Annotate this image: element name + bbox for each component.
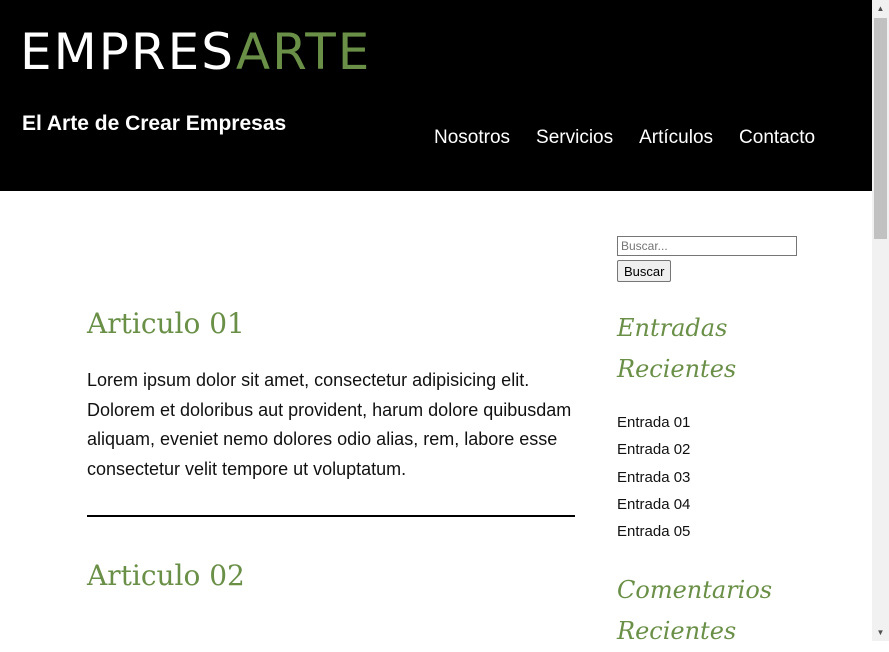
nav-link-servicios[interactable]: Servicios [536,127,613,149]
logo-text-arte: ARTE [235,23,372,81]
list-item[interactable]: Entrada 05 [617,518,817,545]
recent-entries-heading-line1: Entradas [617,314,728,342]
search-input[interactable] [617,236,797,256]
recent-entries-heading: Entradas Recientes [617,308,817,390]
scrollbar-thumb[interactable] [874,18,887,239]
triangle-down-icon[interactable]: ▼ [872,624,889,641]
search-button[interactable]: Buscar [617,260,672,282]
list-item[interactable]: Entrada 04 [617,491,817,518]
recent-comments-heading-line1: Comentarios [617,576,773,605]
article-body: Lorem ipsum dolor sit amet, consectetur … [87,370,572,479]
recent-comments-heading-line2: Recientes [617,617,737,646]
article-title[interactable]: Articulo 01 [87,306,576,342]
article-01: Articulo 01 Lorem ipsum dolor sit amet, … [87,306,576,484]
site-logo[interactable]: EMPRESARTE [20,24,371,80]
article-title[interactable]: Articulo 02 [87,558,576,594]
triangle-up-icon[interactable]: ▲ [872,0,889,17]
logo-text-empres: EMPRES [20,23,236,81]
nav-link-contacto[interactable]: Contacto [739,127,815,149]
article-02: Articulo 02 [87,558,576,594]
site-header: EMPRESARTE El Arte de Crear Empresas Nos… [0,0,872,191]
sidebar: Buscar Entradas Recientes Entrada 01 Ent… [617,236,817,652]
recent-comments-heading: Comentarios Recientes [617,570,817,652]
list-item[interactable]: Entrada 03 [617,464,817,491]
recent-entries-heading-line2: Recientes [617,355,737,383]
nav-link-articulos[interactable]: Artículos [639,127,713,149]
list-item[interactable]: Entrada 01 [617,409,817,436]
vertical-scrollbar[interactable]: ▲ ▼ [872,0,889,641]
site-tagline: El Arte de Crear Empresas [22,112,287,135]
list-item[interactable]: Entrada 02 [617,436,817,463]
main-nav: Nosotros Servicios Artículos Contacto [434,127,815,149]
article-divider [87,515,575,517]
nav-link-nosotros[interactable]: Nosotros [434,127,510,149]
main-content: Articulo 01 Lorem ipsum dolor sit amet, … [87,306,576,594]
recent-entries-list: Entrada 01 Entrada 02 Entrada 03 Entrada… [617,409,817,545]
